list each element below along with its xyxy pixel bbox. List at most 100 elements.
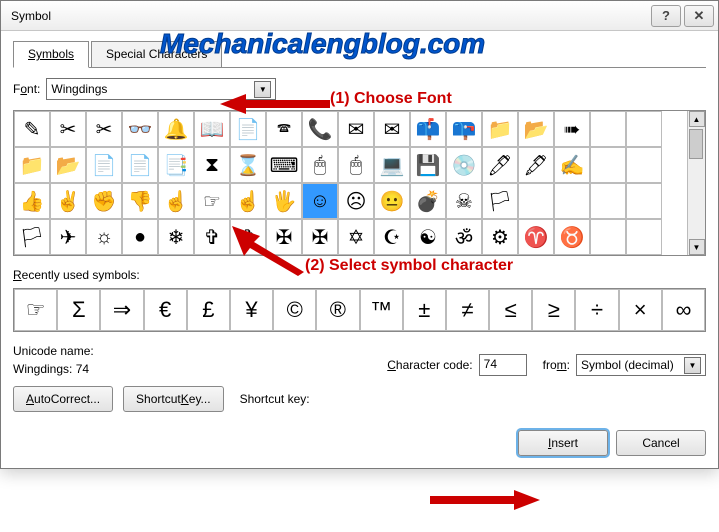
symbol-cell[interactable]: 🖱 [338, 147, 374, 183]
symbol-cell[interactable]: ♉ [554, 219, 590, 255]
help-button[interactable]: ? [651, 5, 681, 27]
symbol-cell[interactable] [626, 111, 662, 147]
symbol-cell[interactable]: 🏳 [482, 183, 518, 219]
symbol-cell[interactable]: ✠ [266, 219, 302, 255]
symbol-cell[interactable]: ☠ [446, 183, 482, 219]
symbol-cell[interactable]: ✠ [302, 219, 338, 255]
recent-symbol-cell[interactable]: ☞ [14, 289, 57, 331]
recent-symbol-cell[interactable]: ® [316, 289, 359, 331]
scroll-down-icon[interactable]: ▼ [689, 239, 705, 255]
symbol-cell[interactable]: ⚙ [482, 219, 518, 255]
symbol-cell[interactable]: ✈ [50, 219, 86, 255]
recent-symbol-cell[interactable]: © [273, 289, 316, 331]
symbol-cell[interactable]: ✞ [194, 219, 230, 255]
symbol-cell[interactable]: 📄 [230, 111, 266, 147]
symbol-cell[interactable]: 🖱 [302, 147, 338, 183]
symbol-cell[interactable]: 📞 [302, 111, 338, 147]
recent-symbol-cell[interactable]: ™ [360, 289, 403, 331]
recent-symbol-cell[interactable]: ∞ [662, 289, 705, 331]
symbol-cell[interactable]: 📁 [14, 147, 50, 183]
symbol-cell[interactable]: 👎 [122, 183, 158, 219]
recent-symbol-cell[interactable]: Σ [57, 289, 100, 331]
symbol-cell[interactable]: ❄ [158, 219, 194, 255]
recent-symbol-cell[interactable]: ≤ [489, 289, 532, 331]
tab-special-characters[interactable]: Special Characters [91, 41, 222, 68]
recent-symbol-cell[interactable]: £ [187, 289, 230, 331]
symbol-cell[interactable]: ✎ [14, 111, 50, 147]
symbol-cell[interactable]: 👓 [122, 111, 158, 147]
symbol-cell[interactable] [626, 183, 662, 219]
font-combobox[interactable]: Wingdings ▼ [46, 78, 276, 100]
symbol-cell[interactable]: 🕿 [266, 111, 302, 147]
scroll-up-icon[interactable]: ▲ [689, 111, 705, 127]
symbol-cell[interactable]: ✡ [338, 219, 374, 255]
symbol-cell[interactable] [626, 219, 662, 255]
symbol-cell[interactable]: ☝ [158, 183, 194, 219]
close-button[interactable]: ✕ [684, 5, 714, 27]
symbol-cell[interactable]: ✞ [230, 219, 266, 255]
symbol-cell[interactable]: 💾 [410, 147, 446, 183]
cancel-button[interactable]: Cancel [616, 430, 706, 456]
symbol-cell[interactable]: ✂ [86, 111, 122, 147]
symbol-cell[interactable]: 📂 [50, 147, 86, 183]
recent-symbol-cell[interactable]: ⇒ [100, 289, 143, 331]
shortcut-key-button[interactable]: Shortcut Key... [123, 386, 224, 412]
symbol-cell[interactable]: ♈ [518, 219, 554, 255]
symbol-cell[interactable]: 🏳 [14, 219, 50, 255]
recent-symbol-cell[interactable]: ≠ [446, 289, 489, 331]
recent-symbol-cell[interactable]: ÷ [575, 289, 618, 331]
symbol-cell[interactable]: 📄 [86, 147, 122, 183]
recent-symbol-cell[interactable]: × [619, 289, 662, 331]
symbol-cell[interactable] [590, 111, 626, 147]
symbol-cell[interactable]: 📪 [446, 111, 482, 147]
symbol-cell[interactable]: ☺ [302, 183, 338, 219]
recent-symbol-cell[interactable]: ≥ [532, 289, 575, 331]
symbol-cell[interactable]: 💿 [446, 147, 482, 183]
tab-symbols[interactable]: Symbols [13, 41, 89, 68]
symbol-cell[interactable]: ✉ [338, 111, 374, 147]
recent-symbol-cell[interactable]: ± [403, 289, 446, 331]
grid-scrollbar[interactable]: ▲ ▼ [687, 111, 705, 255]
symbol-cell[interactable] [590, 219, 626, 255]
symbol-cell[interactable]: ⌨ [266, 147, 302, 183]
symbol-cell[interactable] [590, 147, 626, 183]
symbol-cell[interactable]: ✌ [50, 183, 86, 219]
symbol-grid[interactable]: ✎✂✂👓🔔📖📄🕿📞✉✉📫📪📁📂➠📁📂📄📄📑⧗⌛⌨🖱🖱💻💾💿🖊🖋✍👍✌✊👎☝☞☝🖐… [14, 111, 687, 255]
recent-symbols-row[interactable]: ☞Σ⇒€£¥©®™±≠≤≥÷×∞ [13, 288, 706, 332]
symbol-cell[interactable]: ☹ [338, 183, 374, 219]
symbol-cell[interactable]: ॐ [446, 219, 482, 255]
symbol-cell[interactable]: 📂 [518, 111, 554, 147]
symbol-cell[interactable]: 👍 [14, 183, 50, 219]
symbol-cell[interactable]: ➠ [554, 111, 590, 147]
symbol-cell[interactable]: 📑 [158, 147, 194, 183]
symbol-cell[interactable]: ⧗ [194, 147, 230, 183]
symbol-cell[interactable]: ☯ [410, 219, 446, 255]
recent-symbol-cell[interactable]: € [144, 289, 187, 331]
symbol-cell[interactable]: 💻 [374, 147, 410, 183]
symbol-cell[interactable]: 📄 [122, 147, 158, 183]
symbol-cell[interactable]: 🔔 [158, 111, 194, 147]
symbol-cell[interactable]: ☼ [86, 219, 122, 255]
symbol-cell[interactable]: ☝ [230, 183, 266, 219]
symbol-cell[interactable]: ✍ [554, 147, 590, 183]
from-combobox[interactable]: Symbol (decimal) ▼ [576, 354, 706, 376]
symbol-cell[interactable]: ☞ [194, 183, 230, 219]
symbol-cell[interactable]: ✊ [86, 183, 122, 219]
symbol-cell[interactable]: ☪ [374, 219, 410, 255]
symbol-cell[interactable] [554, 183, 590, 219]
symbol-cell[interactable]: 📖 [194, 111, 230, 147]
symbol-cell[interactable]: 😐 [374, 183, 410, 219]
symbol-cell[interactable]: 🖊 [482, 147, 518, 183]
symbol-cell[interactable]: ⌛ [230, 147, 266, 183]
symbol-cell[interactable]: ✂ [50, 111, 86, 147]
symbol-cell[interactable] [626, 147, 662, 183]
insert-button[interactable]: Insert [518, 430, 608, 456]
symbol-cell[interactable]: 📁 [482, 111, 518, 147]
character-code-input[interactable]: 74 [479, 354, 527, 376]
symbol-cell[interactable] [590, 183, 626, 219]
symbol-cell[interactable]: 📫 [410, 111, 446, 147]
symbol-cell[interactable] [518, 183, 554, 219]
autocorrect-button[interactable]: AutoCorrect... [13, 386, 113, 412]
symbol-cell[interactable]: ● [122, 219, 158, 255]
symbol-cell[interactable]: 💣 [410, 183, 446, 219]
